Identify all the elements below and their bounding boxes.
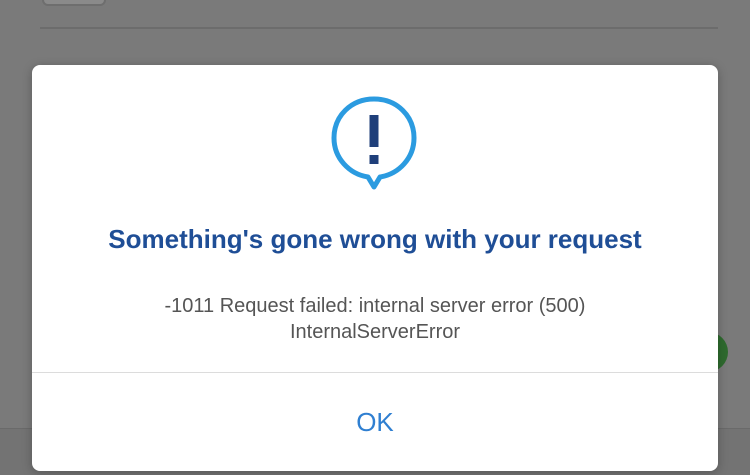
dialog-title: Something's gone wrong with your request (108, 224, 642, 254)
alert-bubble-icon (331, 96, 417, 190)
error-code-line: InternalServerError (289, 321, 461, 343)
ok-button[interactable]: OK (32, 373, 718, 471)
dialog-message: -1011 Request failed: internal server er… (72, 293, 678, 345)
app-screen: Something's gone wrong with your request… (0, 0, 750, 475)
error-message-line: -1011 Request failed: internal server er… (164, 295, 586, 317)
error-dialog: Something's gone wrong with your request… (32, 65, 718, 471)
background-control (42, 0, 106, 6)
background-divider (40, 27, 718, 29)
